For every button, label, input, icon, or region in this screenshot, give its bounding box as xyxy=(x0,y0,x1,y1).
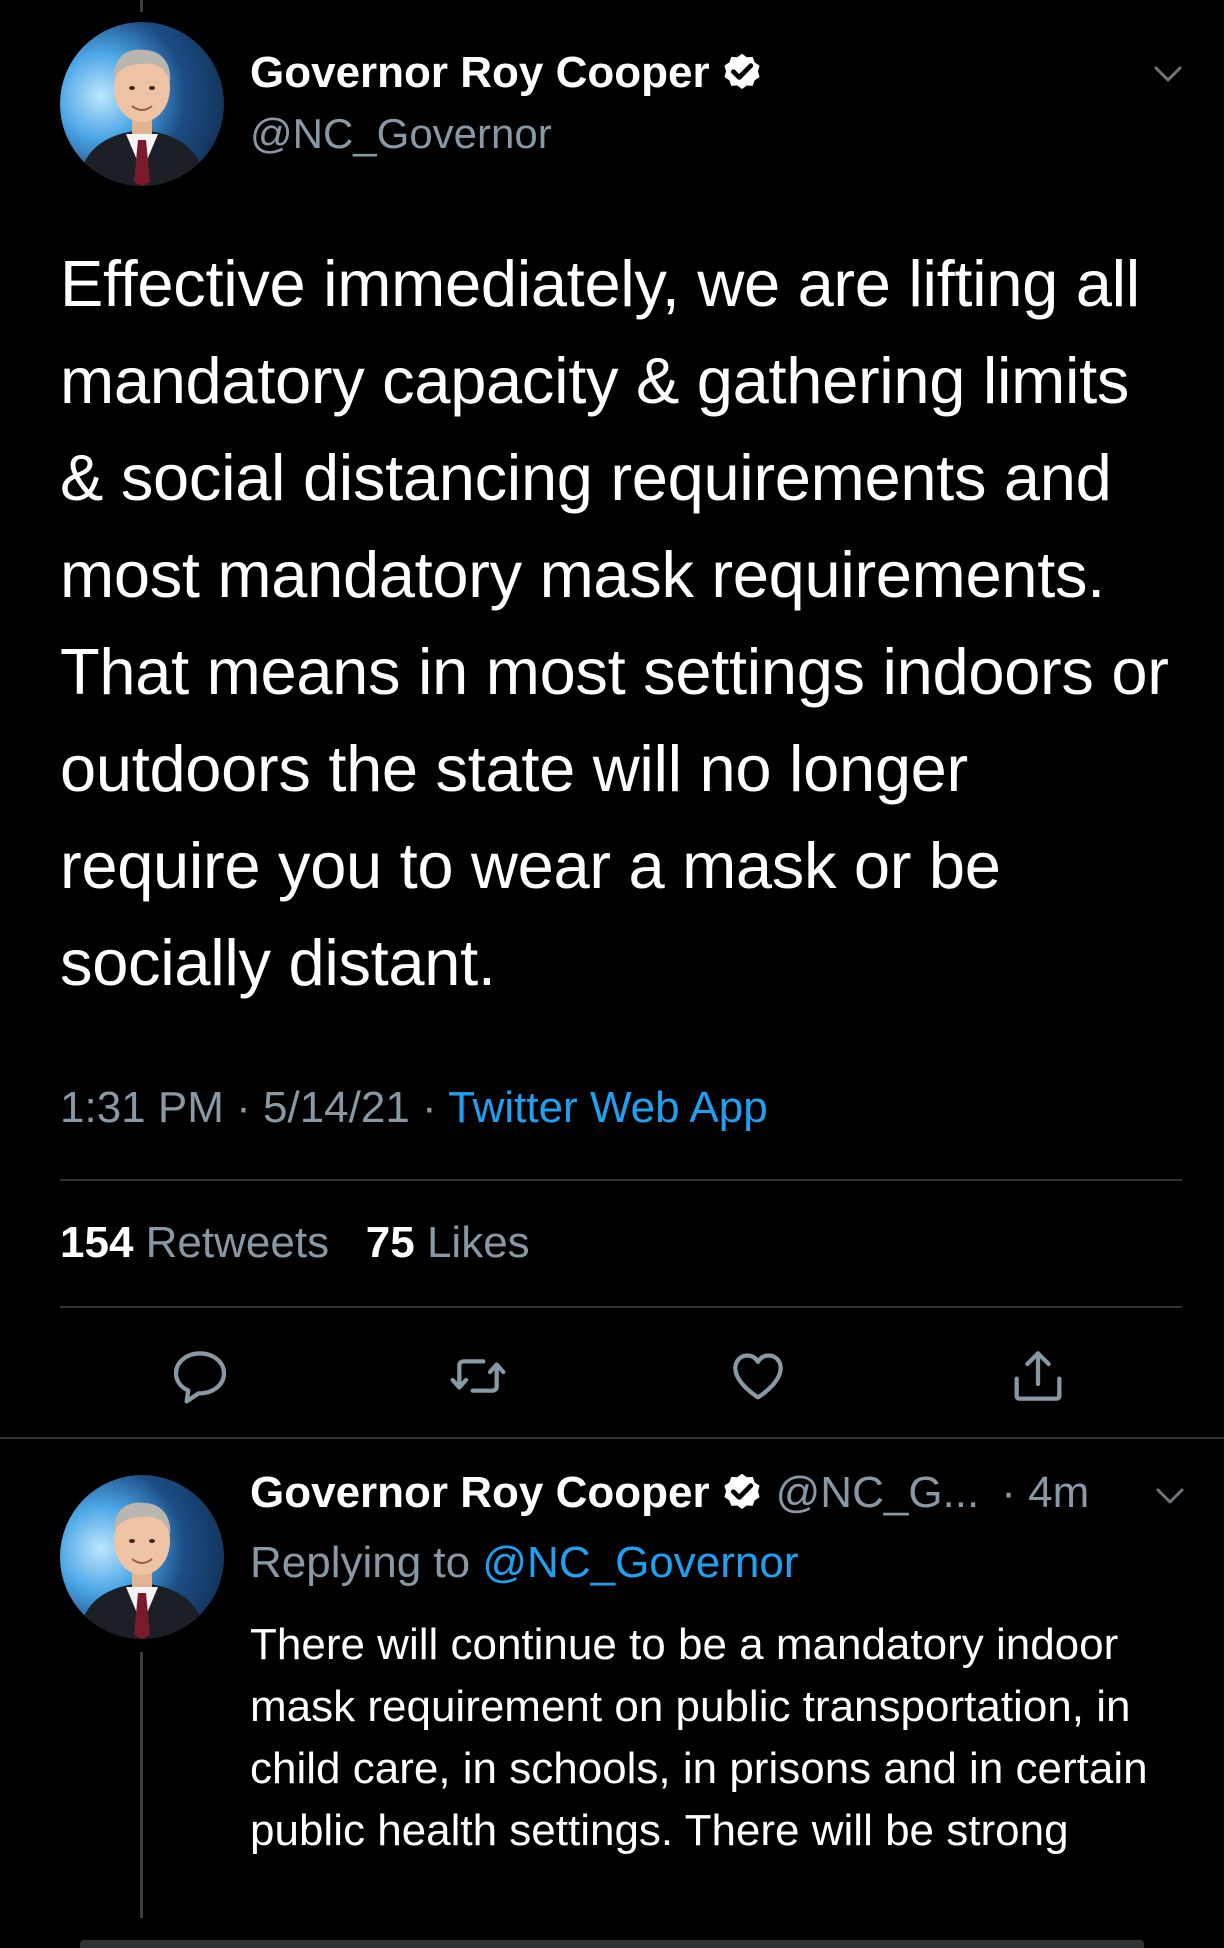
verified-badge-icon xyxy=(720,1471,764,1515)
verified-badge-icon xyxy=(720,51,764,95)
tweet-metadata: 1:31 PM · 5/14/21 · Twitter Web App xyxy=(60,1083,768,1133)
reply-timestamp[interactable]: · 4m xyxy=(1001,1468,1089,1518)
tweet-source-link[interactable]: Twitter Web App xyxy=(448,1083,768,1132)
share-icon xyxy=(1014,1351,1062,1401)
likes-label: Likes xyxy=(426,1218,530,1267)
bottom-sheet-edge xyxy=(80,1940,1144,1948)
author-handle[interactable]: @NC_Governor xyxy=(250,110,552,158)
avatar[interactable] xyxy=(60,1475,224,1639)
meta-separator: · xyxy=(422,1083,437,1132)
meta-separator: · xyxy=(236,1083,251,1132)
share-button[interactable] xyxy=(1006,1344,1070,1408)
reply-button[interactable] xyxy=(168,1344,232,1408)
avatar[interactable] xyxy=(60,22,224,186)
reply-body-text: There will continue to be a mandatory in… xyxy=(250,1620,1148,1855)
retweet-button[interactable] xyxy=(446,1344,510,1408)
thread-connector-line xyxy=(140,0,143,12)
replying-to: Replying to @NC_Governor xyxy=(250,1538,798,1588)
reply-author-handle[interactable]: @NC_G... xyxy=(776,1468,980,1518)
divider xyxy=(60,1306,1182,1308)
reply-author-display-name[interactable]: Governor Roy Cooper xyxy=(250,1468,710,1518)
engagement-stats: 154 Retweets 75 Likes xyxy=(60,1218,530,1268)
retweets-label: Retweets xyxy=(145,1218,330,1267)
tweet-separator xyxy=(0,1437,1224,1439)
likes-count: 75 xyxy=(365,1218,415,1267)
like-button[interactable] xyxy=(726,1344,790,1408)
author-display-name-row[interactable]: Governor Roy Cooper xyxy=(250,48,764,98)
tweet-date[interactable]: 5/14/21 xyxy=(263,1083,410,1132)
chevron-down-icon[interactable] xyxy=(1152,1478,1188,1514)
profile-photo-icon xyxy=(78,49,206,186)
tweet-body-text: Effective immediately, we are lifting al… xyxy=(60,247,1169,999)
author-display-name[interactable]: Governor Roy Cooper xyxy=(250,48,710,98)
reply-header: Governor Roy Cooper @NC_G... · 4m xyxy=(250,1468,1089,1518)
heart-icon xyxy=(733,1353,783,1400)
replying-to-label: Replying to xyxy=(250,1538,471,1587)
divider xyxy=(60,1179,1182,1181)
replying-to-mention[interactable]: @NC_Governor xyxy=(482,1538,798,1587)
tweet-time[interactable]: 1:31 PM xyxy=(60,1083,224,1132)
retweet-icon xyxy=(450,1359,506,1393)
thread-connector-line xyxy=(140,1652,143,1918)
retweets-count: 154 xyxy=(60,1218,134,1267)
likes-stat[interactable]: 75 Likes xyxy=(366,1218,530,1267)
reply-icon xyxy=(173,1351,227,1404)
profile-photo-icon xyxy=(78,1502,206,1639)
retweets-stat[interactable]: 154 Retweets xyxy=(60,1218,329,1267)
chevron-down-icon[interactable] xyxy=(1150,56,1186,92)
